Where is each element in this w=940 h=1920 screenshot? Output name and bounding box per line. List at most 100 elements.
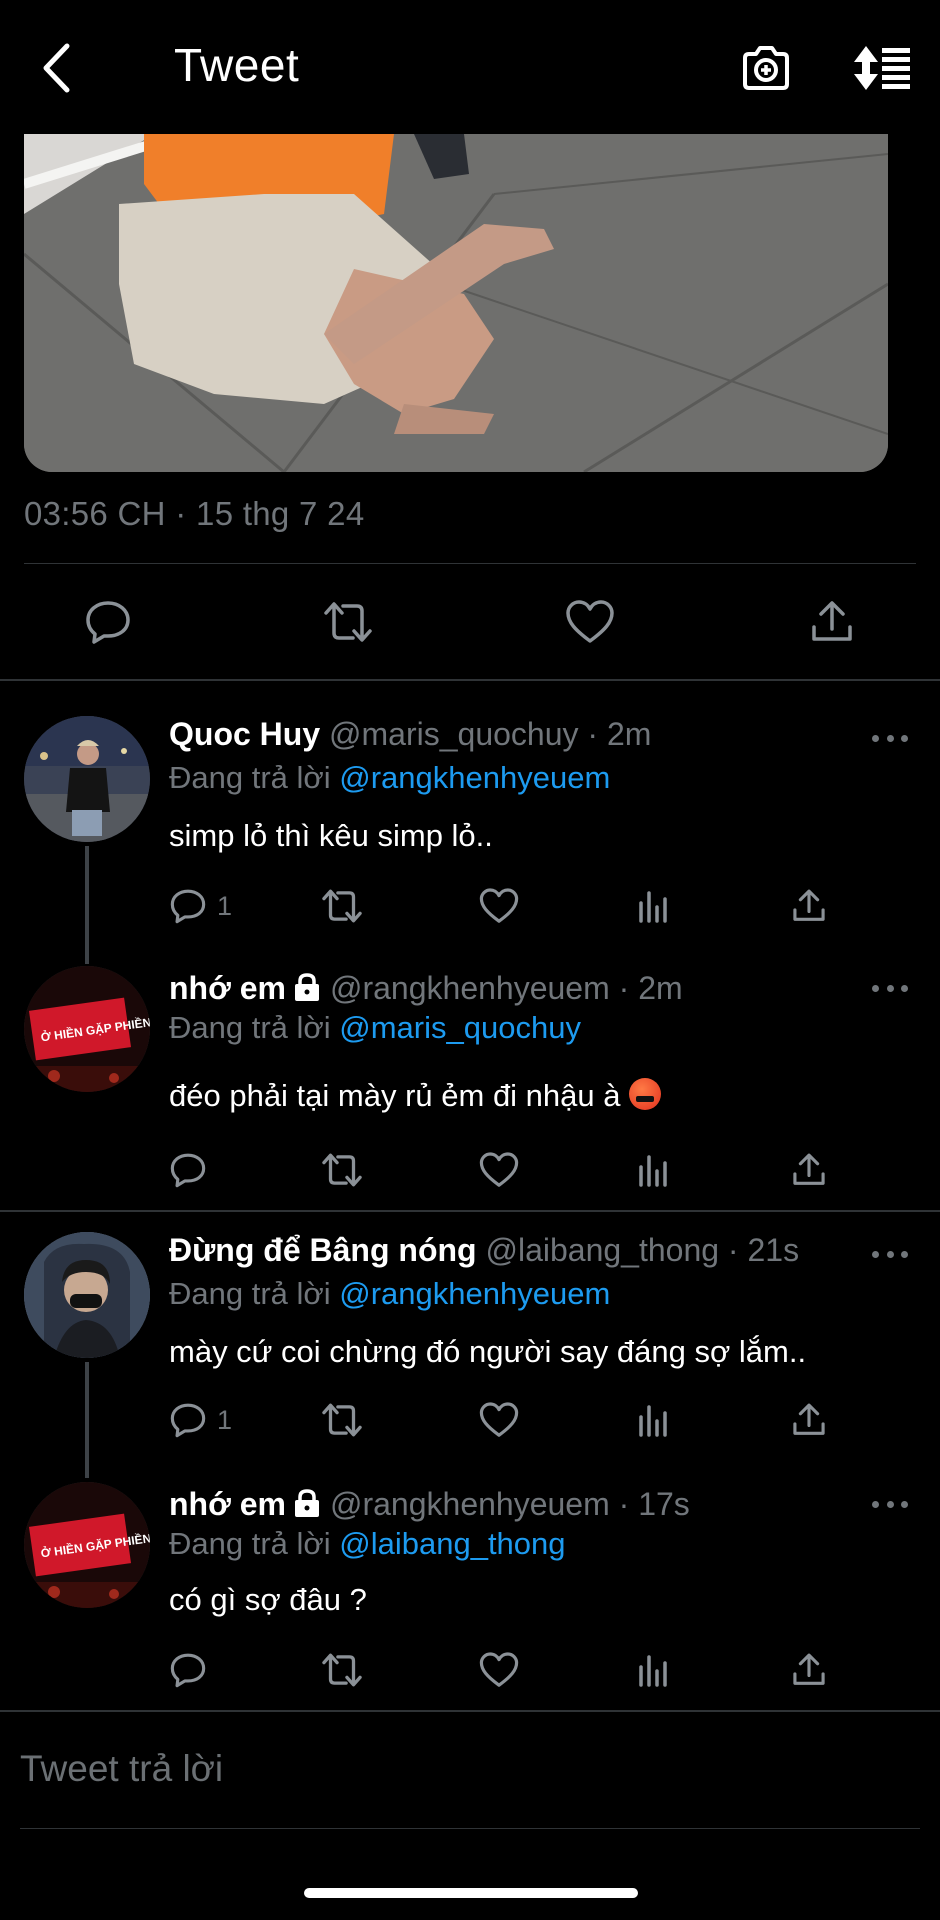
handle-and-time: @rangkhenhyeuem · 2m [329, 970, 683, 1006]
display-name[interactable]: Quoc Huy [169, 716, 320, 752]
reply-composer-input[interactable]: Tweet trả lời [20, 1748, 223, 1790]
dot-icon [901, 984, 908, 992]
tweet-action-bar [0, 590, 940, 654]
analytics-button[interactable] [637, 1148, 671, 1192]
more-options-button[interactable] [872, 728, 908, 748]
thread-line [85, 1362, 89, 1478]
analytics-button[interactable] [637, 1398, 671, 1442]
dot-icon [872, 734, 879, 742]
display-name[interactable]: nhớ em [169, 970, 286, 1006]
replying-to: Đang trả lời @rangkhenhyeuem [169, 760, 610, 796]
home-indicator[interactable] [304, 1888, 638, 1898]
analytics-icon [639, 1405, 667, 1437]
tweet-media-image[interactable] [24, 134, 888, 472]
top-bar: Tweet [0, 0, 940, 134]
retweet-button[interactable] [319, 1648, 365, 1692]
reply-icon [170, 1403, 206, 1438]
replying-to: Đang trả lời @rangkhenhyeuem [169, 1276, 610, 1312]
replying-prefix: Đang trả lời [169, 1526, 331, 1561]
dot-icon [872, 984, 879, 992]
replying-prefix: Đang trả lời [169, 760, 331, 795]
reply-icon [86, 601, 130, 644]
reply-button[interactable] [169, 1148, 207, 1192]
reply-text: đéo phải tại mày rủ ẻm đi nhậu à [169, 1078, 621, 1113]
more-options-button[interactable] [872, 978, 908, 998]
retweet-icon [322, 1153, 362, 1187]
reply-count: 1 [217, 1404, 233, 1435]
avatar-photo: Ở HIỀN GẶP PHIỀN [24, 1482, 150, 1608]
replying-prefix: Đang trả lời [169, 1010, 331, 1045]
more-options-button[interactable] [872, 1494, 908, 1514]
analytics-icon [639, 891, 667, 923]
dot-icon [886, 1250, 894, 1258]
avatar[interactable] [24, 1232, 150, 1358]
more-options-button[interactable] [872, 1244, 908, 1264]
media-photo [24, 134, 888, 472]
avatar-photo [24, 716, 150, 842]
like-button[interactable] [479, 884, 519, 928]
share-button[interactable] [802, 590, 862, 654]
reply-header: Đừng để Bâng nóng @laibang_thong · 21s [169, 1232, 799, 1269]
reply-action-bar [169, 1648, 859, 1692]
reply-action-bar: 1 [169, 884, 859, 928]
mention-link[interactable]: @laibang_thong [339, 1526, 565, 1561]
share-button[interactable] [791, 1648, 827, 1692]
retweet-button[interactable] [319, 1398, 365, 1442]
dot-icon [886, 984, 894, 992]
page-title: Tweet [174, 39, 300, 91]
sort-replies-button[interactable] [850, 40, 914, 96]
retweet-icon [324, 602, 372, 642]
heart-icon [566, 600, 614, 643]
share-icon [793, 889, 825, 921]
like-button[interactable] [479, 1648, 519, 1692]
like-button[interactable] [560, 590, 620, 654]
like-button[interactable] [479, 1148, 519, 1192]
avatar[interactable]: Ở HIỀN GẶP PHIỀN [24, 1482, 150, 1608]
reply-icon [170, 1653, 206, 1688]
reply-button[interactable] [78, 590, 138, 654]
back-button[interactable] [34, 40, 78, 96]
heart-icon [479, 1402, 519, 1437]
sort-icon [854, 46, 910, 90]
share-button[interactable] [791, 884, 827, 928]
share-icon [793, 1653, 825, 1685]
dot-icon [886, 1500, 894, 1508]
display-name[interactable]: nhớ em [169, 1486, 286, 1522]
analytics-icon [639, 1655, 667, 1687]
share-button[interactable] [791, 1398, 827, 1442]
mention-link[interactable]: @rangkhenhyeuem [339, 1276, 610, 1311]
dot-icon [886, 734, 894, 742]
reply-button[interactable] [169, 1648, 207, 1692]
reply-action-bar [169, 1148, 859, 1192]
reply-action-bar: 1 [169, 1398, 859, 1442]
heart-icon [479, 1152, 519, 1187]
dot-icon [901, 1500, 908, 1508]
mention-link[interactable]: @maris_quochuy [339, 1010, 581, 1045]
dot-icon [901, 734, 908, 742]
dot-icon [872, 1500, 879, 1508]
mention-link[interactable]: @rangkhenhyeuem [339, 760, 610, 795]
angry-face-icon [628, 1078, 661, 1110]
analytics-button[interactable] [637, 884, 671, 928]
camera-button[interactable] [738, 40, 794, 96]
display-name[interactable]: Đừng để Bâng nóng [169, 1232, 477, 1268]
divider [0, 679, 940, 681]
divider [24, 563, 916, 564]
reply-button[interactable]: 1 [169, 1398, 232, 1442]
reply-icon [170, 1153, 206, 1188]
retweet-button[interactable] [319, 1148, 365, 1192]
avatar-photo: Ở HIỀN GẶP PHIỀN [24, 966, 150, 1092]
avatar[interactable]: Ở HIỀN GẶP PHIỀN [24, 966, 150, 1092]
retweet-button[interactable] [318, 590, 378, 654]
analytics-button[interactable] [637, 1648, 671, 1692]
reply-text: mày cứ coi chừng đó người say đáng sợ lắ… [169, 1334, 807, 1369]
like-button[interactable] [479, 1398, 519, 1442]
share-button[interactable] [791, 1148, 827, 1192]
handle-and-time: @laibang_thong · 21s [485, 1232, 800, 1268]
avatar[interactable] [24, 716, 150, 842]
retweet-icon [322, 1403, 362, 1437]
divider [0, 1210, 940, 1212]
retweet-button[interactable] [319, 884, 365, 928]
handle-and-time: @maris_quochuy · 2m [329, 716, 652, 752]
reply-button[interactable]: 1 [169, 884, 232, 928]
